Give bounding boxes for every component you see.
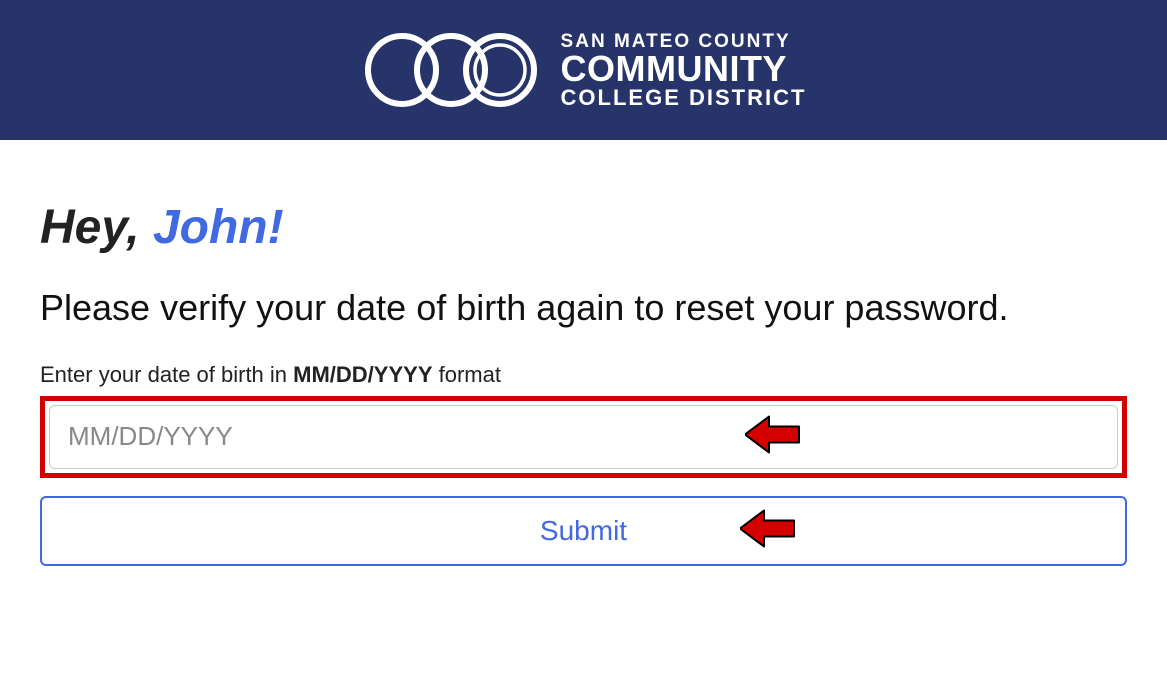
submit-button[interactable]: Submit	[40, 496, 1127, 566]
dob-input-highlight-box	[40, 396, 1127, 478]
site-header: SAN MATEO COUNTY COMMUNITY COLLEGE DISTR…	[0, 0, 1167, 140]
logo-rings-icon	[361, 29, 541, 111]
greeting-heading: Hey, John!	[40, 200, 1127, 255]
greeting-name: John!	[153, 201, 284, 254]
dob-label-pre: Enter your date of birth in	[40, 362, 293, 387]
greeting-prefix: Hey,	[40, 201, 153, 254]
dob-label: Enter your date of birth in MM/DD/YYYY f…	[40, 362, 1127, 388]
instruction-text: Please verify your date of birth again t…	[40, 285, 1127, 332]
logo-group: SAN MATEO COUNTY COMMUNITY COLLEGE DISTR…	[361, 29, 807, 111]
dob-label-format: MM/DD/YYYY	[293, 362, 432, 387]
logo-text: SAN MATEO COUNTY COMMUNITY COLLEGE DISTR…	[561, 32, 807, 109]
submit-wrapper: Submit	[40, 496, 1127, 566]
dob-label-post: format	[433, 362, 501, 387]
dob-input[interactable]	[49, 405, 1118, 469]
main-content: Hey, John! Please verify your date of bi…	[0, 140, 1167, 606]
org-name-line3: COLLEGE DISTRICT	[561, 87, 807, 109]
org-name-line2: COMMUNITY	[561, 51, 807, 87]
